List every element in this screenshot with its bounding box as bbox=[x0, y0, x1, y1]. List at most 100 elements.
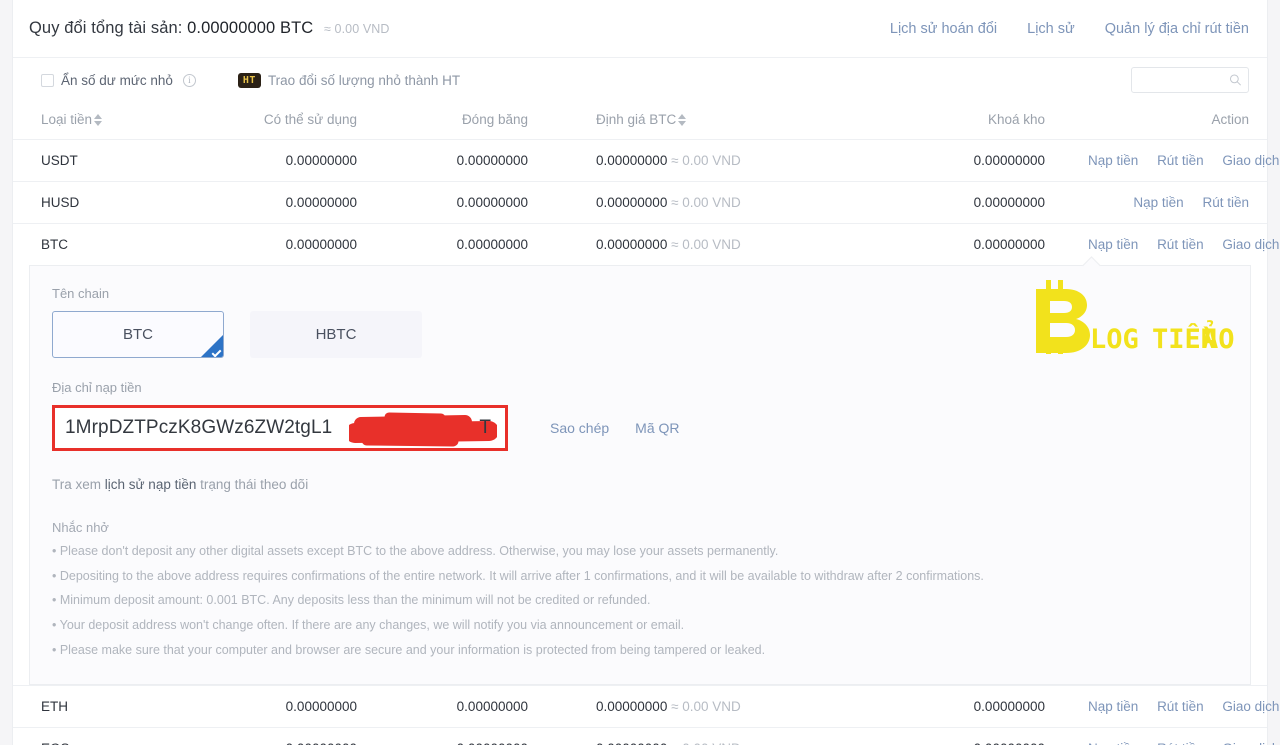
cell-btc-value-approx: ≈ 0.00 VND bbox=[671, 741, 741, 745]
action-deposit[interactable]: Nạp tiền bbox=[1088, 741, 1138, 745]
action-trade[interactable]: Giao dịch bbox=[1222, 237, 1279, 252]
cell-btc-value-approx: ≈ 0.00 VND bbox=[671, 237, 741, 252]
cell-locked: 0.00000000 bbox=[883, 727, 1073, 745]
note-item: • Your deposit address won't change ofte… bbox=[52, 617, 685, 632]
cell-actions: Nạp tiền Rút tiền Giao dịch bbox=[1073, 139, 1279, 182]
action-deposit[interactable]: Nạp tiền bbox=[1088, 153, 1138, 168]
deposit-track-line: Tra xem lịch sử nạp tiền trạng thái theo… bbox=[52, 477, 1226, 492]
column-header-locked: Khoá kho bbox=[883, 102, 1073, 140]
cell-actions: Nạp tiền Rút tiền Giao dịch bbox=[1073, 727, 1279, 745]
sort-icon-btc-value[interactable] bbox=[678, 114, 687, 126]
cell-frozen: 0.00000000 bbox=[393, 181, 568, 224]
header-bar: Quy đổi tổng tài sản: 0.00000000 BTC ≈ 0… bbox=[13, 0, 1267, 58]
copy-address-button[interactable]: Sao chép bbox=[550, 420, 609, 436]
hide-small-balance-control[interactable]: Ẩn số dư mức nhỏ i bbox=[41, 73, 196, 88]
redaction-scribble bbox=[349, 412, 497, 447]
link-history[interactable]: Lịch sử bbox=[1027, 21, 1075, 37]
note-item: • Depositing to the above address requir… bbox=[52, 568, 984, 583]
cell-btc-value: 0.00000000 ≈ 0.00 VND bbox=[568, 685, 883, 729]
action-withdraw[interactable]: Rút tiền bbox=[1157, 237, 1204, 252]
hide-small-balance-label: Ẩn số dư mức nhỏ bbox=[61, 72, 173, 88]
ht-token-icon: HT bbox=[237, 72, 261, 88]
column-header-coin-label: Loại tiền bbox=[41, 112, 93, 127]
cell-btc-value: 0.00000000 ≈ 0.00 VND bbox=[568, 727, 883, 745]
deposit-address-value: 1MrpDZTPczK8GWz6ZW2tgL1 bbox=[65, 417, 333, 438]
action-deposit[interactable]: Nạp tiền bbox=[1088, 237, 1138, 252]
table-header-row: Loại tiền Có thể sử dụng Đóng băng Định … bbox=[13, 102, 1267, 140]
cell-available: 0.00000000 bbox=[208, 181, 393, 224]
note-item: • Please don't deposit any other digital… bbox=[52, 544, 779, 558]
chain-selector: BTC HBTC bbox=[52, 311, 1226, 358]
table-row: EOS 0.00000000 0.00000000 0.00000000 ≈ 0… bbox=[13, 727, 1279, 745]
cell-btc-value-amount: 0.00000000 bbox=[596, 153, 668, 168]
deposit-history-link[interactable]: lịch sử nạp tiền bbox=[105, 477, 197, 492]
cell-btc-value-amount: 0.00000000 bbox=[596, 741, 667, 745]
table-row: BTC 0.00000000 0.00000000 0.00000000 ≈ 0… bbox=[13, 224, 1279, 266]
deposit-track-suffix: trạng thái theo dõi bbox=[196, 477, 309, 492]
cell-btc-value: 0.00000000 ≈ 0.00 VND bbox=[568, 224, 883, 266]
action-withdraw[interactable]: Rút tiền bbox=[1202, 195, 1249, 210]
chain-name-label: Tên chain bbox=[52, 286, 110, 301]
notes-title: Nhắc nhở bbox=[52, 520, 109, 535]
cell-frozen: 0.00000000 bbox=[456, 237, 528, 252]
action-trade[interactable]: Giao dịch bbox=[1222, 699, 1279, 714]
cell-frozen: 0.00000000 bbox=[393, 139, 568, 182]
cell-coin: HUSD bbox=[13, 181, 208, 224]
deposit-address-label: Địa chỉ nạp tiền bbox=[52, 380, 142, 395]
chain-option-hbtc-label: HBTC bbox=[315, 326, 357, 343]
action-withdraw[interactable]: Rút tiền bbox=[1157, 153, 1204, 168]
column-header-frozen: Đóng băng bbox=[393, 102, 568, 140]
link-swap-history[interactable]: Lịch sử hoán đổi bbox=[890, 21, 997, 37]
cell-btc-value-amount: 0.00000000 bbox=[596, 699, 668, 715]
link-manage-withdraw-address[interactable]: Quản lý địa chỉ rút tiền bbox=[1105, 21, 1249, 37]
cell-btc-value-approx: ≈ 0.00 VND bbox=[671, 699, 741, 715]
cell-frozen: 0.00000000 bbox=[393, 685, 568, 729]
assets-table-head: Loại tiền Có thể sử dụng Đóng băng Định … bbox=[13, 102, 1267, 140]
deposit-address-tail: T bbox=[479, 417, 491, 438]
cell-actions: Nạp tiền Rút tiền bbox=[1073, 181, 1267, 224]
search-box[interactable] bbox=[1131, 67, 1249, 93]
cell-available: 0.00000000 bbox=[208, 685, 393, 729]
deposit-address-box[interactable]: 1MrpDZTPczK8GWz6ZW2tgL1 T bbox=[52, 405, 508, 451]
column-header-coin[interactable]: Loại tiền bbox=[13, 102, 208, 140]
cell-coin: ETH bbox=[13, 685, 208, 729]
cell-actions: Nạp tiền Rút tiền Giao dịch bbox=[1073, 224, 1279, 266]
action-withdraw[interactable]: Rút tiền bbox=[1157, 699, 1204, 714]
asset-card: Quy đổi tổng tài sản: 0.00000000 BTC ≈ 0… bbox=[12, 0, 1279, 745]
note-item: • Minimum deposit amount: 0.001 BTC. Any… bbox=[52, 593, 651, 608]
deposit-track-prefix: Tra xem bbox=[52, 477, 105, 492]
info-icon[interactable]: i bbox=[182, 73, 196, 87]
hide-small-balance-checkbox[interactable] bbox=[41, 73, 54, 87]
chain-option-hbtc[interactable]: HBTC bbox=[250, 311, 422, 358]
cell-btc-value: 0.00000000 ≈ 0.00 VND bbox=[568, 181, 883, 224]
action-trade[interactable]: Giao dịch bbox=[1222, 741, 1279, 745]
table-row: ETH 0.00000000 0.00000000 0.00000000 ≈ 0… bbox=[13, 685, 1279, 729]
column-header-btc-value[interactable]: Định giá BTC bbox=[568, 102, 883, 140]
total-assets-amount: 0.00000000 BTC bbox=[187, 19, 314, 37]
cell-locked: 0.00000000 bbox=[883, 181, 1073, 224]
qr-code-button[interactable]: Mã QR bbox=[635, 420, 679, 436]
total-assets-approx: ≈ 0.00 VND bbox=[324, 22, 390, 36]
sort-icon-coin[interactable] bbox=[94, 114, 103, 126]
header-links: Lịch sử hoán đổi Lịch sử Quản lý địa chỉ… bbox=[890, 21, 1249, 37]
deposit-panel-row: LOG TIỀN ẢO Tên chain BTC HBTC Địa chỉ n… bbox=[13, 265, 1267, 687]
convert-to-ht-control[interactable]: HT Trao đổi số lượng nhỏ thành HT bbox=[237, 72, 461, 88]
cell-coin: BTC bbox=[41, 237, 68, 252]
assets-table: Loại tiền Có thể sử dụng Đóng băng Định … bbox=[13, 102, 1279, 745]
table-row: USDT 0.00000000 0.00000000 0.00000000 ≈ … bbox=[13, 139, 1279, 182]
cell-frozen: 0.00000000 bbox=[393, 727, 568, 745]
action-withdraw[interactable]: Rút tiền bbox=[1157, 741, 1204, 745]
chain-option-btc[interactable]: BTC bbox=[52, 311, 224, 358]
column-header-btc-value-label: Định giá BTC bbox=[596, 112, 677, 127]
table-row: HUSD 0.00000000 0.00000000 0.00000000 ≈ … bbox=[13, 181, 1267, 224]
cell-available: 0.00000000 bbox=[208, 139, 393, 182]
action-deposit[interactable]: Nạp tiền bbox=[1133, 195, 1183, 210]
deposit-address-actions: Sao chép Mã QR bbox=[550, 420, 680, 436]
convert-to-ht-label: Trao đổi số lượng nhỏ thành HT bbox=[267, 72, 461, 88]
cell-btc-value-approx: ≈ 0.00 VND bbox=[671, 195, 741, 210]
total-assets-prefix: Quy đổi tổng tài sản: bbox=[29, 19, 183, 37]
deposit-address-row: 1MrpDZTPczK8GWz6ZW2tgL1 T Sao chép Mã QR bbox=[52, 405, 1226, 451]
column-header-available: Có thể sử dụng bbox=[208, 102, 393, 140]
action-deposit[interactable]: Nạp tiền bbox=[1088, 699, 1138, 714]
action-trade[interactable]: Giao dịch bbox=[1222, 153, 1279, 168]
